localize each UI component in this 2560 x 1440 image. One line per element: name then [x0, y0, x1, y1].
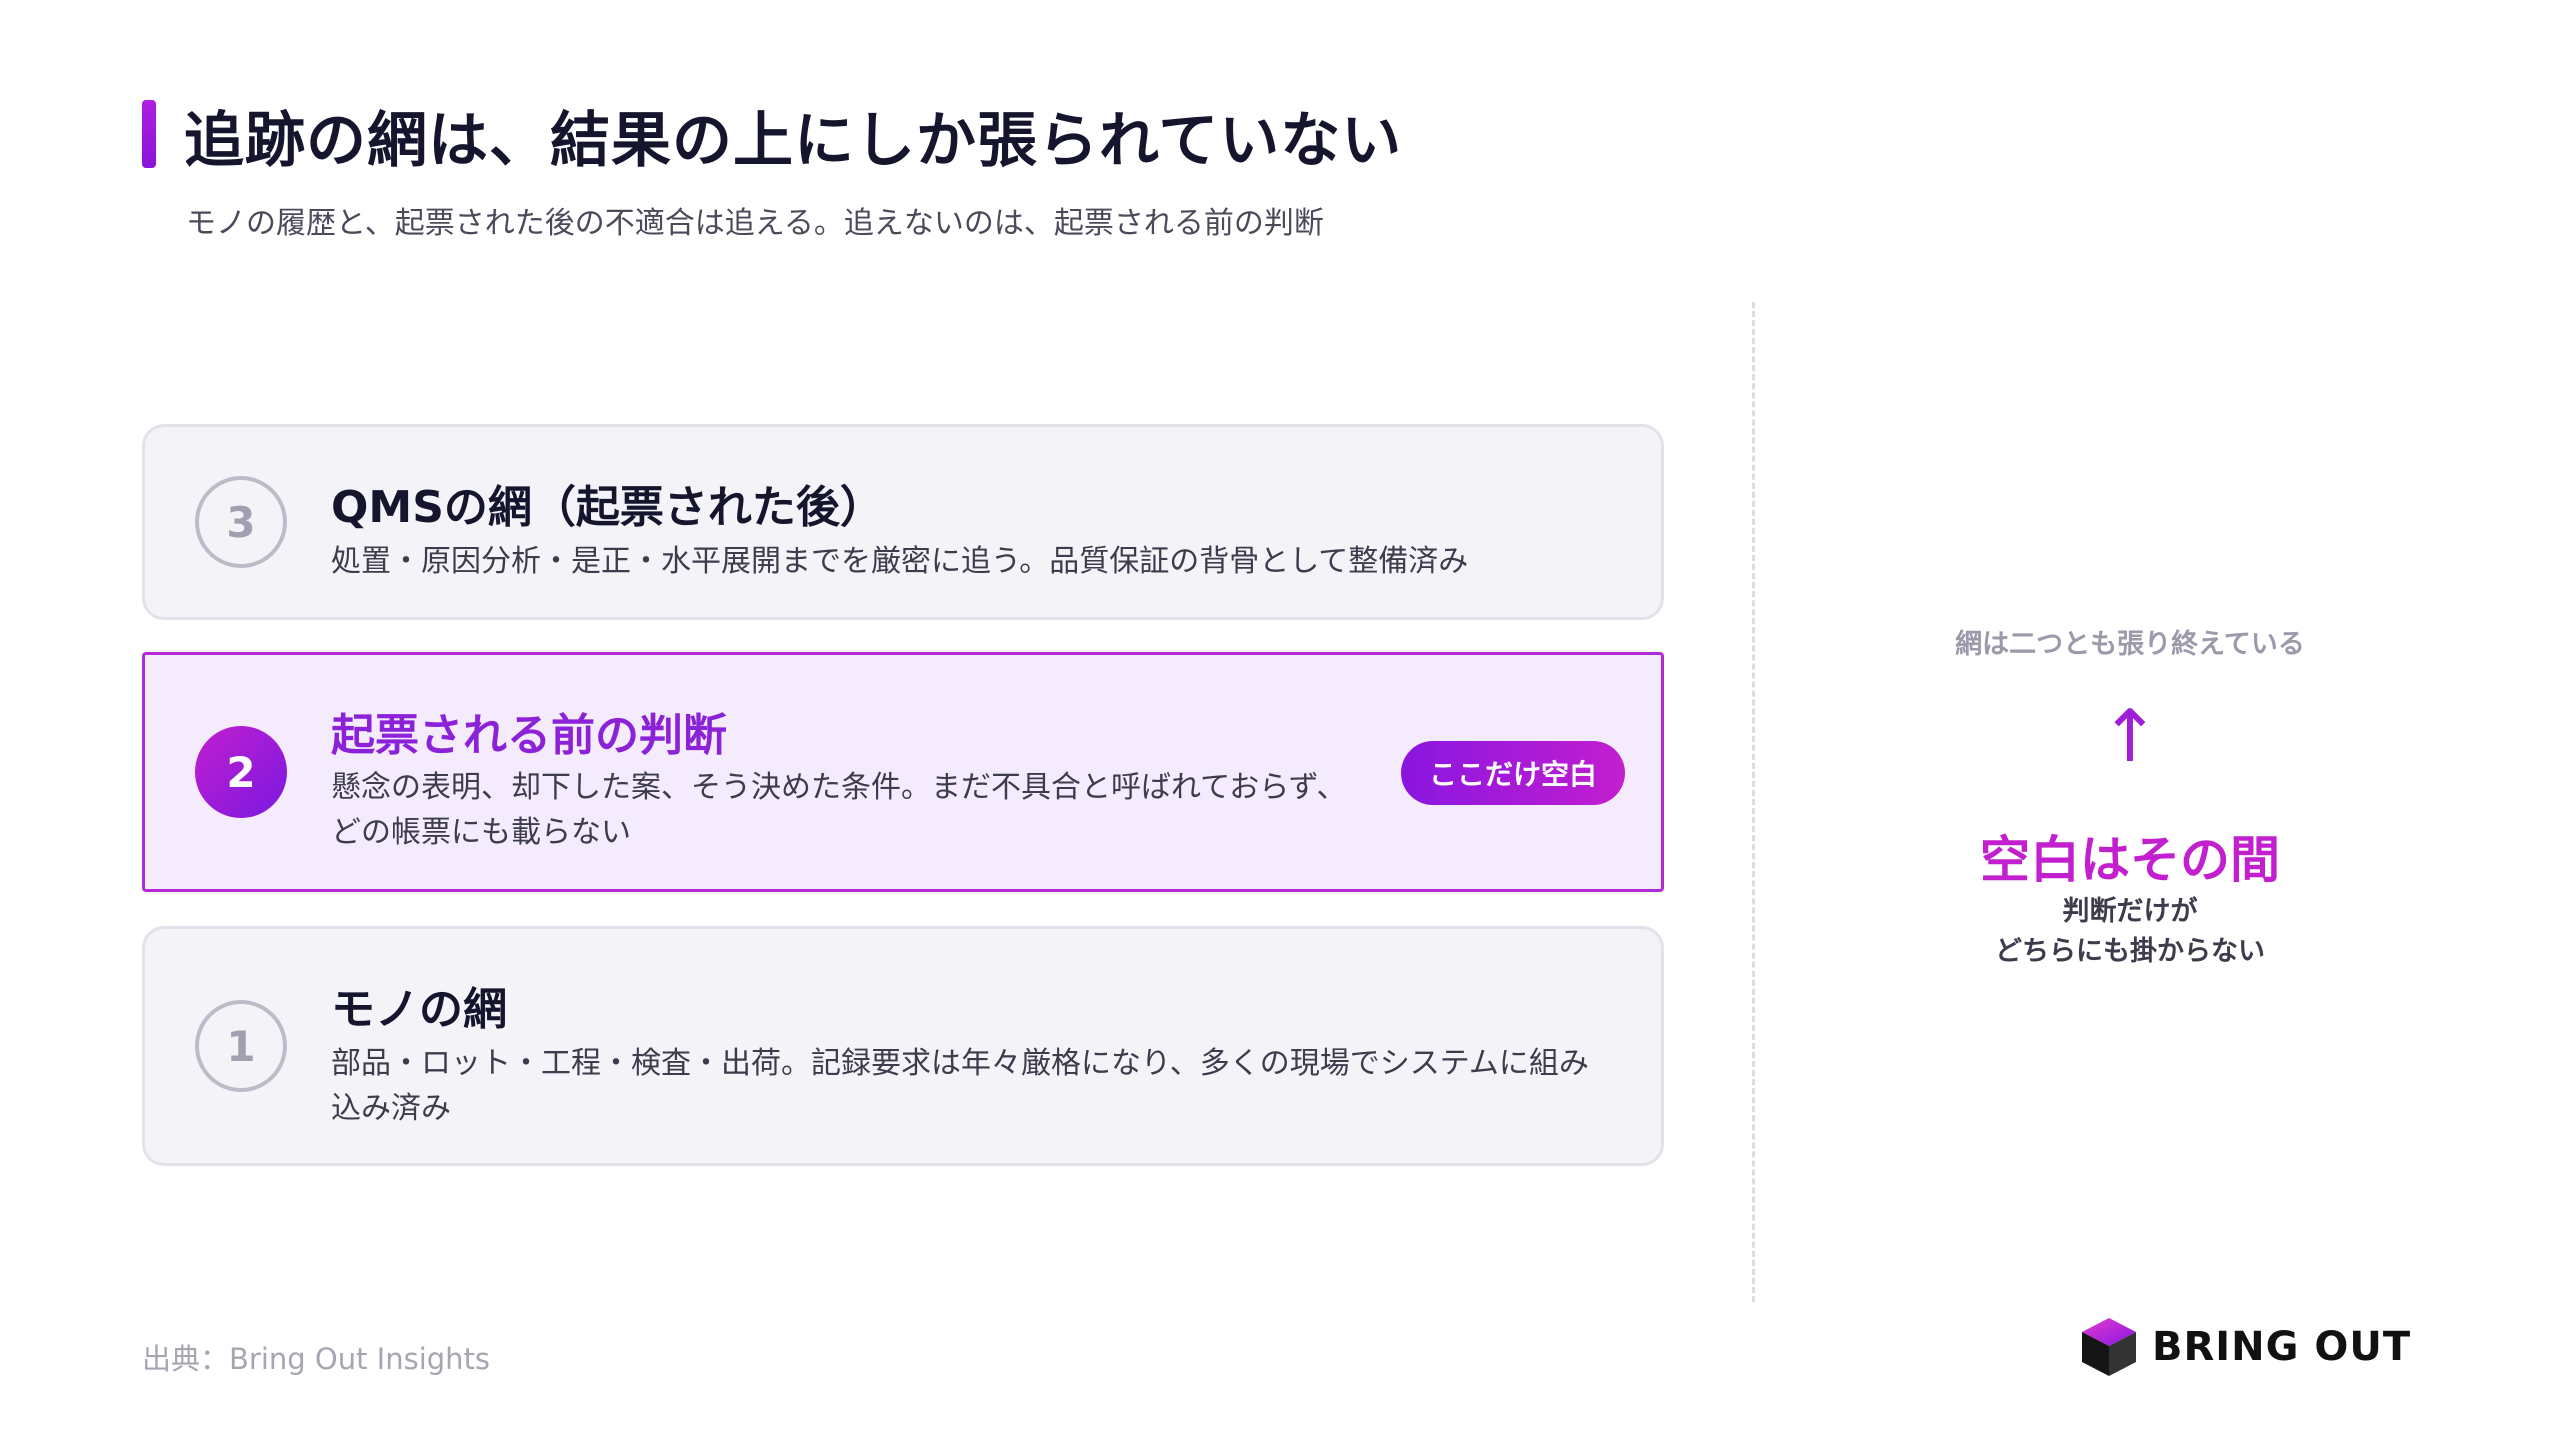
source-credit: 出典：Bring Out Insights [142, 1342, 491, 1376]
layer-description: 部品・ロット・工程・検査・出荷。記録要求は年々厳格になり、多くの現場でシステムに… [331, 1046, 1589, 1126]
title-accent-bar [142, 100, 156, 168]
layer-title: 起票される前の判断 [331, 710, 727, 761]
layer-number-badge: 2 [195, 726, 287, 818]
layer-description: 処置・原因分析・是正・水平展開までを厳密に追う。品質保証の背骨として整備済み [331, 544, 1469, 579]
layer-description: 懸念の表明、却下した案、そう決めた条件。まだ不具合と呼ばれておらず、どの帳票にも… [331, 770, 1347, 850]
brand-logo-text: BRING OUT [2152, 1324, 2412, 1370]
side-main-statement: 空白はその間 [1980, 831, 2280, 889]
layer-card-judgment: 2 起票される前の判断 懸念の表明、却下した案、そう決めた条件。まだ不具合と呼ば… [142, 652, 1664, 892]
side-note: 判断だけが どちらにも掛からない [1770, 892, 2490, 972]
page-title: 追跡の網は、結果の上にしか張られていない [184, 106, 1403, 176]
layer-card-goods: 1 モノの網 部品・ロット・工程・検査・出荷。記録要求は年々厳格になり、多くの現… [142, 926, 1664, 1166]
up-arrow-icon: ↑ [2099, 694, 2161, 778]
side-note-line: どちらにも掛からない [1995, 936, 2265, 967]
layer-number-badge: 1 [195, 1000, 287, 1092]
layer-card-qms: 3 QMSの網（起票された後） 処置・原因分析・是正・水平展開までを厳密に追う。… [142, 424, 1664, 620]
page-subtitle: モノの履歴と、起票された後の不適合は追える。追えないのは、起票される前の判断 [186, 206, 1324, 241]
layer-number-badge: 3 [195, 476, 287, 568]
gap-badge: ここだけ空白 [1401, 741, 1626, 805]
brand-logo: BRING OUT [2080, 1316, 2411, 1378]
side-note-line: 判断だけが [2062, 896, 2198, 927]
cube-logo-icon [2082, 1318, 2136, 1376]
dashed-divider [1752, 302, 1755, 1302]
side-top-note: 網は二つとも張り終えている [1955, 629, 2305, 660]
layer-title: モノの網 [331, 984, 507, 1035]
layer-title: QMSの網（起票された後） [331, 482, 884, 533]
